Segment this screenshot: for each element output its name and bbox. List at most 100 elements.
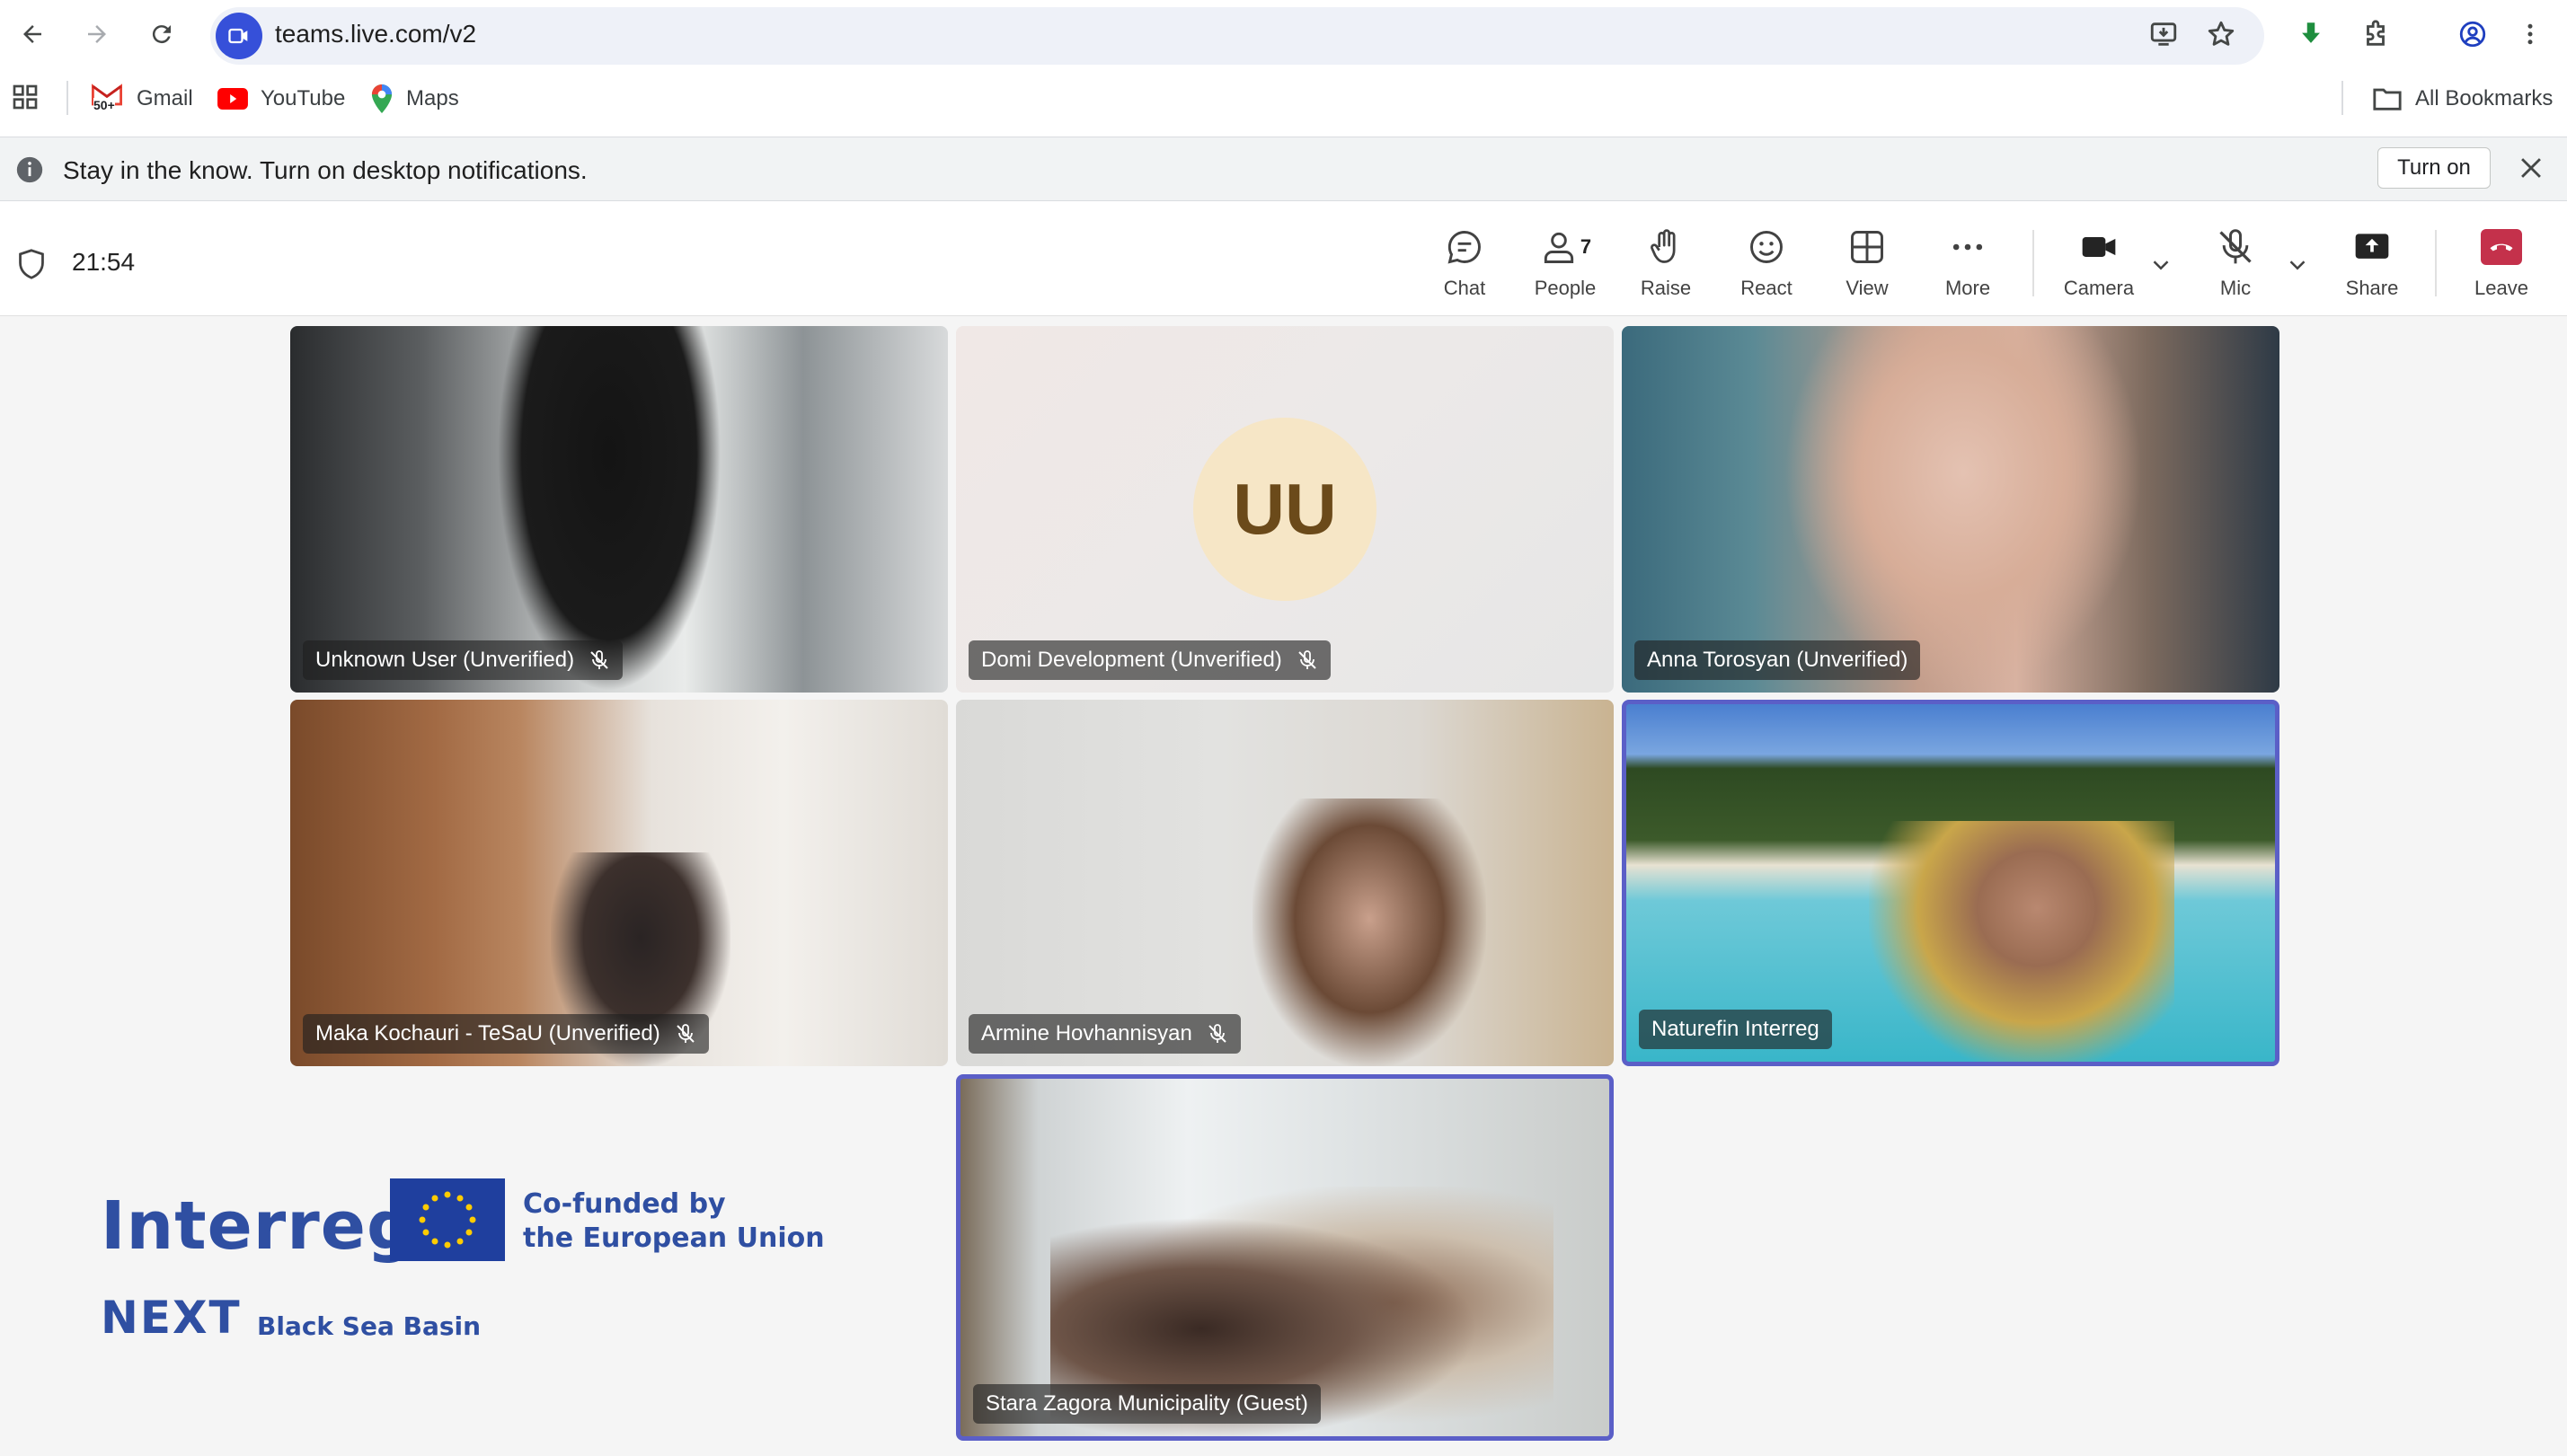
- cofunded-line-1: Co-funded by: [523, 1188, 726, 1220]
- account-icon: [2459, 21, 2486, 48]
- toolbar-divider: [2032, 230, 2034, 296]
- participant-name-tag: Anna Torosyan (Unverified): [1634, 640, 1921, 680]
- mic-button[interactable]: Mic: [2191, 225, 2280, 305]
- url-text[interactable]: teams.live.com/v2: [275, 16, 476, 52]
- participant-video: [1869, 821, 2174, 1062]
- share-button[interactable]: Share: [2327, 225, 2417, 305]
- youtube-icon: [217, 88, 248, 110]
- participant-name: Naturefin Interreg: [1651, 1017, 1819, 1041]
- address-bar[interactable]: [210, 7, 2264, 65]
- black-sea-basin-text: Black Sea Basin: [257, 1311, 482, 1341]
- chat-icon: [1447, 231, 1481, 264]
- camera-label: Camera: [2063, 277, 2135, 299]
- mic-label: Mic: [2219, 277, 2252, 299]
- meeting-toolbar: [0, 201, 2567, 316]
- forward-button[interactable]: [72, 9, 122, 59]
- more-button[interactable]: More: [1923, 225, 2013, 305]
- video-tile[interactable]: UU Domi Development (Unverified): [956, 326, 1614, 693]
- cofunded-text: Co-funded by the European Union: [523, 1187, 825, 1256]
- bookmark-label: Gmail: [137, 86, 193, 110]
- apps-button[interactable]: [11, 83, 40, 116]
- video-tile[interactable]: Armine Hovhannisyan: [956, 700, 1614, 1066]
- participant-name-tag: Armine Hovhannisyan: [969, 1014, 1241, 1054]
- video-tile[interactable]: Unknown User (Unverified): [290, 326, 948, 693]
- participant-name-tag: Domi Development (Unverified): [969, 640, 1331, 680]
- video-tile[interactable]: Stara Zagora Municipality (Guest): [956, 1074, 1614, 1441]
- people-button[interactable]: 7 People: [1520, 225, 1610, 305]
- react-label: React: [1740, 277, 1792, 299]
- close-notification-button[interactable]: [2516, 153, 2546, 188]
- camera-options-button[interactable]: [2147, 251, 2174, 283]
- avatar: UU: [1193, 418, 1376, 601]
- mic-options-button[interactable]: [2284, 251, 2311, 283]
- bookmark-label: Maps: [406, 86, 459, 110]
- bookmark-youtube[interactable]: YouTube: [217, 81, 345, 117]
- mic-off-icon: [675, 1023, 696, 1045]
- camera-button[interactable]: Camera: [2054, 225, 2144, 305]
- interreg-logo: Interreg: [101, 1187, 415, 1265]
- star-icon: [2208, 21, 2235, 46]
- view-label: View: [1846, 277, 1889, 299]
- more-horizontal-icon: [1952, 243, 1983, 251]
- extensions-button[interactable]: [2350, 9, 2401, 59]
- person-icon: [1544, 232, 1574, 263]
- participant-video: [497, 326, 721, 693]
- participant-name: Domi Development (Unverified): [981, 648, 1282, 672]
- video-tile[interactable]: Maka Kochauri - TeSaU (Unverified): [290, 700, 948, 1066]
- maps-pin-icon: [371, 84, 393, 113]
- folder-icon: [2373, 88, 2402, 110]
- bookmark-label: YouTube: [261, 86, 346, 110]
- chat-label: Chat: [1443, 277, 1486, 299]
- raise-label: Raise: [1640, 277, 1692, 299]
- meeting-timer: 21:54: [72, 248, 136, 276]
- participant-name-tag: Unknown User (Unverified): [303, 640, 624, 680]
- view-button[interactable]: View: [1822, 225, 1912, 305]
- reload-icon: [152, 25, 171, 44]
- turn-on-button[interactable]: Turn on: [2377, 147, 2491, 189]
- bookmark-gmail[interactable]: 50+ Gmail: [92, 81, 193, 117]
- mic-off-icon: [1297, 649, 1318, 671]
- next-logo: NEXT: [101, 1292, 242, 1344]
- gmail-badge: 50+: [93, 98, 115, 112]
- site-info-icon[interactable]: [216, 13, 262, 59]
- chat-button[interactable]: Chat: [1420, 225, 1509, 305]
- participant-name: Unknown User (Unverified): [315, 648, 575, 672]
- participant-name: Armine Hovhannisyan: [981, 1021, 1192, 1046]
- video-tile[interactable]: Naturefin Interreg: [1622, 700, 2279, 1066]
- participant-video: [1253, 799, 1486, 1066]
- install-app-button[interactable]: [2138, 9, 2189, 59]
- react-button[interactable]: React: [1722, 225, 1811, 305]
- all-bookmarks-label: All Bookmarks: [2415, 86, 2554, 110]
- close-icon: [2521, 158, 2541, 178]
- arrow-right-icon: [88, 25, 106, 43]
- kebab-menu-icon: [2527, 23, 2533, 45]
- raise-hand-button[interactable]: Raise: [1621, 225, 1711, 305]
- profile-button[interactable]: [2448, 9, 2498, 59]
- download-button[interactable]: [2286, 9, 2336, 59]
- arrow-left-icon: [23, 25, 41, 43]
- video-camera-icon: [228, 28, 248, 44]
- bookmarks-divider: [66, 81, 68, 115]
- video-tile[interactable]: Anna Torosyan (Unverified): [1622, 326, 2279, 693]
- back-button[interactable]: [7, 9, 58, 59]
- mic-off-icon: [1207, 1023, 1228, 1045]
- info-icon: [14, 154, 45, 190]
- hand-icon: [1651, 229, 1676, 263]
- toolbar-divider: [2435, 230, 2437, 296]
- smiley-icon: [1750, 231, 1783, 263]
- apps-grid-icon: [13, 84, 38, 110]
- mic-off-icon: [2219, 229, 2252, 264]
- all-bookmarks-button[interactable]: All Bookmarks: [2372, 81, 2553, 117]
- mic-off-icon: [589, 649, 610, 671]
- notification-text: Stay in the know. Turn on desktop notifi…: [63, 156, 588, 184]
- participant-name: Stara Zagora Municipality (Guest): [986, 1391, 1308, 1416]
- leave-button[interactable]: Leave: [2456, 225, 2546, 305]
- gmail-icon: 50+: [92, 84, 124, 114]
- chevron-down-icon: [2153, 260, 2169, 270]
- bookmark-maps[interactable]: Maps: [370, 81, 459, 117]
- people-count: 7: [1580, 235, 1592, 258]
- eu-flag-icon: [390, 1178, 505, 1261]
- browser-menu-button[interactable]: [2505, 9, 2555, 59]
- bookmark-star-button[interactable]: [2196, 9, 2246, 59]
- reload-button[interactable]: [137, 9, 187, 59]
